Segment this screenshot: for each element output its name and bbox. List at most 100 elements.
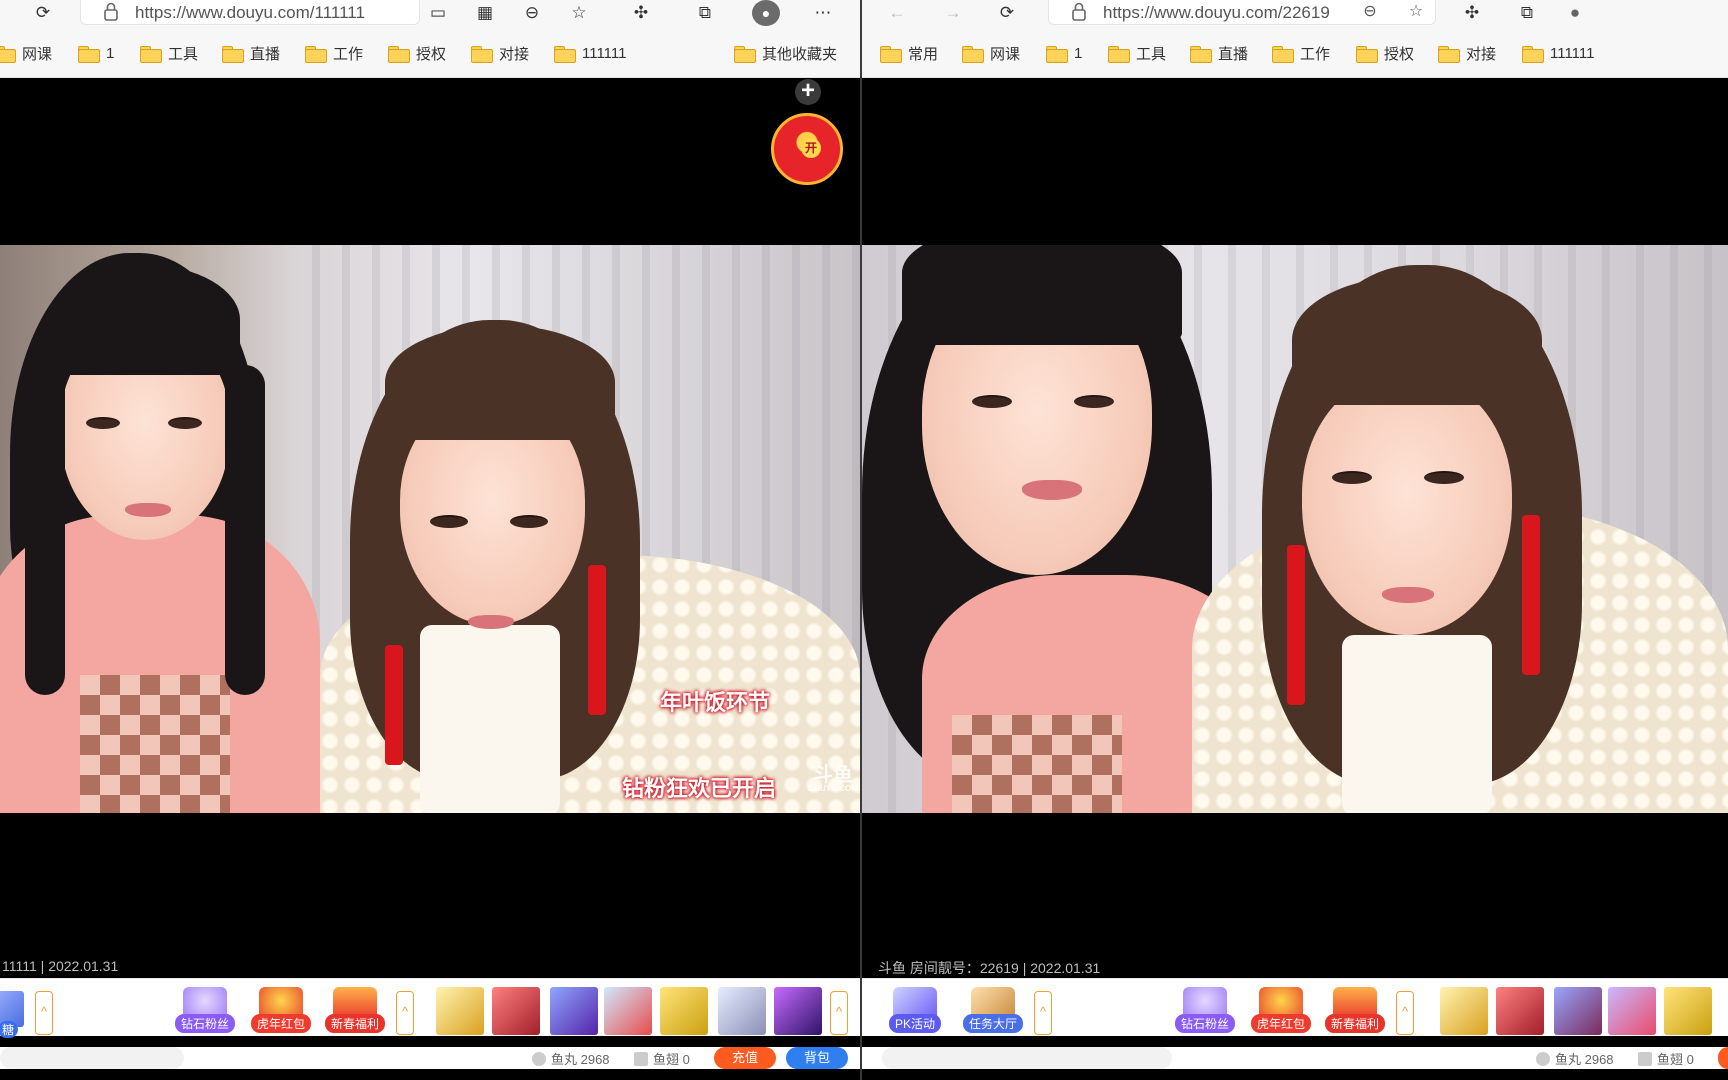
bookmark-folder[interactable]: 工具 (140, 40, 198, 66)
bookmark-folder[interactable]: 网课 (0, 40, 52, 66)
gift-item[interactable] (1664, 987, 1712, 1035)
url-text: https://www.douyu.com/22619 (1103, 3, 1330, 22)
red-packet-button[interactable]: 开 (771, 113, 843, 185)
bookmark-folder[interactable]: 111111 (1522, 40, 1595, 66)
recharge-button-partial[interactable] (1718, 1047, 1728, 1069)
bookmark-folder[interactable]: 对接 (1438, 40, 1496, 66)
browser-toolbar: ⟳ https://www.douyu.com/111111 ▭ ▦ ⊖ ☆ ✣… (0, 0, 860, 26)
gift-item[interactable] (660, 987, 708, 1035)
address-bar[interactable]: https://www.douyu.com/22619 ⊖ ☆ (1048, 0, 1436, 25)
folder-icon (880, 45, 902, 63)
qr-code-icon[interactable]: ▦ (472, 0, 498, 24)
folder-icon (734, 45, 756, 63)
bookmark-label: 对接 (1466, 45, 1497, 63)
gift-item[interactable] (492, 987, 540, 1035)
bookmark-folder[interactable]: 直播 (1190, 40, 1248, 66)
chat-input[interactable] (0, 1047, 184, 1069)
bookmark-folder[interactable]: 对接 (471, 40, 529, 66)
diamond-fan-gift[interactable]: 钻石粉丝 (170, 987, 240, 1033)
forward-icon[interactable]: → (940, 0, 966, 24)
bookmark-folder[interactable]: 1 (1046, 40, 1082, 66)
bookmark-label: 对接 (499, 45, 530, 63)
other-favorites-folder[interactable]: 其他收藏夹 (734, 40, 837, 66)
left-browser-window: ⟳ https://www.douyu.com/111111 ▭ ▦ ⊖ ☆ ✣… (0, 0, 860, 1080)
back-icon[interactable]: ← (884, 0, 910, 24)
bookmark-folder[interactable]: 授权 (1356, 40, 1414, 66)
browser-chrome: ← → ⟳ https://www.douyu.com/22619 ⊖ ☆ ✣ … (862, 0, 1728, 78)
task-hall-button[interactable]: 任务大厅 (958, 987, 1028, 1033)
bookmark-folder[interactable]: 工具 (1108, 40, 1166, 66)
extensions-icon[interactable]: ✣ (628, 0, 654, 24)
gift-item[interactable] (1496, 987, 1544, 1035)
recharge-button[interactable]: 充值 (714, 1047, 776, 1069)
bookmark-folder[interactable]: 常用 (880, 40, 938, 66)
spring-welfare-gift[interactable]: 新春福利 (1320, 987, 1390, 1033)
rocket-gift[interactable] (436, 987, 484, 1035)
address-bar[interactable]: https://www.douyu.com/111111 (80, 0, 420, 25)
add-favorite-icon[interactable]: ☆ (1405, 0, 1427, 22)
folder-icon (1190, 45, 1212, 63)
bookmark-folder[interactable]: 工作 (305, 40, 363, 66)
gift-item[interactable] (1608, 987, 1656, 1035)
zoom-out-icon[interactable]: ⊖ (519, 0, 545, 24)
bookmark-folder[interactable]: 1 (78, 40, 114, 66)
bookmark-label: 直播 (250, 45, 281, 63)
device-icon[interactable]: ▭ (425, 0, 451, 24)
chat-input[interactable] (882, 1047, 1172, 1069)
bookmark-label: 网课 (22, 45, 53, 63)
browser-toolbar: ← → ⟳ https://www.douyu.com/22619 ⊖ ☆ ✣ … (862, 0, 1728, 26)
gift-bar: 糖 ^ 钻石粉丝 虎年红包 新春福利 ^ ^ (0, 978, 860, 1038)
backpack-button[interactable]: 背包 (786, 1047, 848, 1069)
bookmark-label: 工作 (333, 45, 364, 63)
folder-icon (554, 45, 576, 63)
expand-arrow[interactable]: ^ (396, 991, 414, 1035)
streamer-right (320, 245, 860, 813)
diamond-fan-gift[interactable]: 钻石粉丝 (1170, 987, 1240, 1033)
tiger-red-packet-gift[interactable]: 虎年红包 (246, 987, 316, 1033)
bookmarks-bar: 网课 1 工具 直播 工作 授权 对接 111111 其他收藏夹 (0, 40, 860, 68)
gift-bar: PK活动 任务大厅 ^ 钻石粉丝 虎年红包 新春福利 ^ (862, 978, 1728, 1036)
expand-arrow[interactable]: ^ (1034, 991, 1052, 1035)
plus-icon[interactable]: + (795, 79, 821, 105)
folder-icon (222, 45, 244, 63)
gift-item[interactable] (1554, 987, 1602, 1035)
folder-icon (1522, 45, 1544, 63)
rocket-gift[interactable] (1440, 987, 1488, 1035)
more-icon[interactable]: ⋯ (810, 0, 836, 24)
collections-icon[interactable]: ⧉ (1514, 0, 1540, 24)
pk-activity-button[interactable]: PK活动 (880, 987, 950, 1033)
collections-icon[interactable]: ⧉ (692, 0, 718, 24)
bookmark-folder[interactable]: 授权 (388, 40, 446, 66)
live-video[interactable] (862, 245, 1728, 813)
refresh-icon[interactable]: ⟳ (30, 0, 56, 24)
add-favorite-icon[interactable]: ☆ (566, 0, 592, 24)
tiger-red-packet-gift[interactable]: 虎年红包 (1246, 987, 1316, 1033)
fishball-text: 鱼丸 2968 (551, 1052, 610, 1067)
refresh-icon[interactable]: ⟳ (994, 0, 1020, 24)
gift-item[interactable] (718, 987, 766, 1035)
gift-item[interactable] (550, 987, 598, 1035)
gift-item[interactable] (774, 987, 822, 1035)
gift-label: 糖 (0, 1021, 19, 1038)
fishwing-balance: 鱼翅 0 (634, 1049, 690, 1068)
expand-arrow[interactable]: ^ (35, 991, 53, 1035)
spring-welfare-gift[interactable]: 新春福利 (320, 987, 390, 1033)
profile-avatar[interactable]: ● (752, 0, 780, 26)
expand-arrow[interactable]: ^ (1396, 991, 1414, 1035)
activity-label: 任务大厅 (962, 1014, 1024, 1033)
plane-gift[interactable] (604, 987, 652, 1035)
bookmark-folder[interactable]: 111111 (554, 40, 627, 66)
overlay-caption-2: 钻粉狂欢已开启 (622, 776, 777, 801)
status-bar: 鱼丸 2968 鱼翅 0 (862, 1047, 1728, 1069)
gift-label: 新春福利 (324, 1014, 386, 1033)
bookmark-folder[interactable]: 直播 (222, 40, 280, 66)
extensions-icon[interactable]: ✣ (1459, 0, 1485, 24)
live-video[interactable]: 年叶饭环节 钻粉狂欢已开启 斗鱼 DOUYU.COM (0, 245, 860, 813)
avatar-icon[interactable]: ● (1562, 0, 1588, 24)
bookmark-folder[interactable]: 工作 (1272, 40, 1330, 66)
expand-arrow[interactable]: ^ (830, 991, 848, 1035)
folder-icon (1272, 45, 1294, 63)
bookmark-folder[interactable]: 网课 (962, 40, 1020, 66)
zoom-out-icon[interactable]: ⊖ (1359, 0, 1381, 22)
gift-label: 新春福利 (1324, 1014, 1386, 1033)
